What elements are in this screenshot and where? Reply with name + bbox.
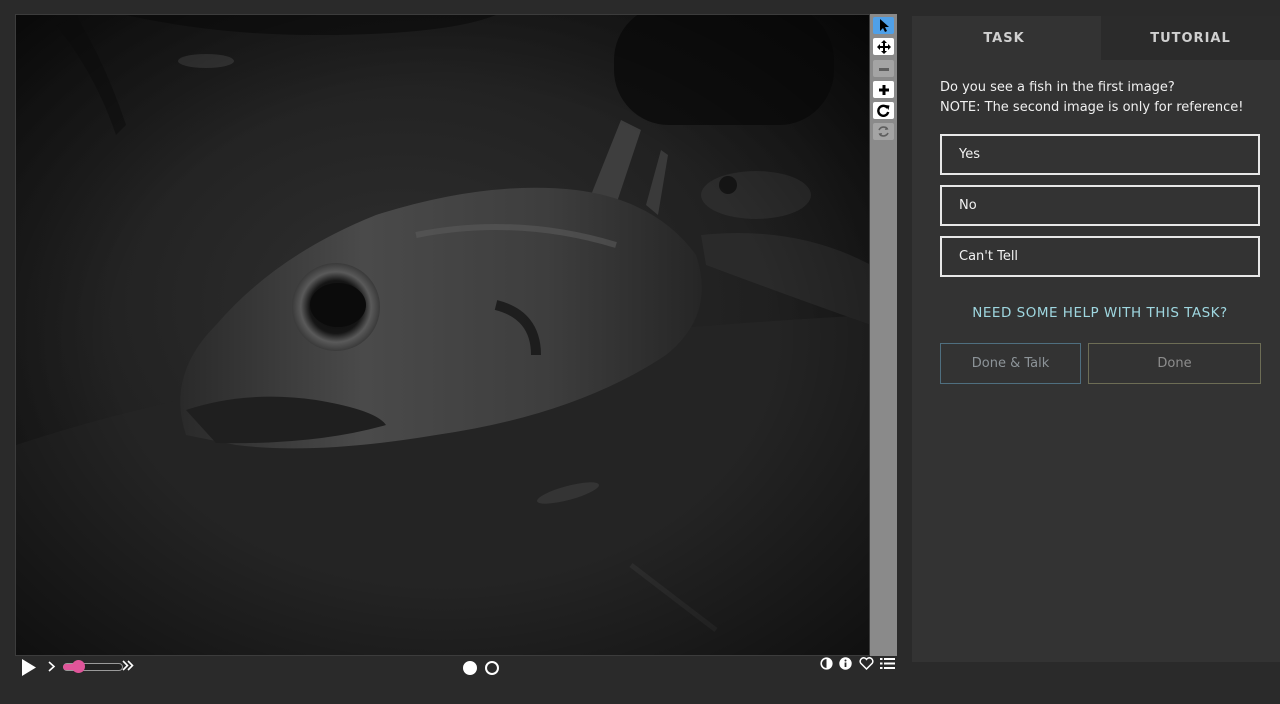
- rotate-icon: [877, 104, 890, 117]
- faster-button[interactable]: [121, 656, 135, 678]
- minus-icon: [878, 67, 889, 71]
- rotate-tool-button[interactable]: [873, 102, 894, 119]
- play-icon: [22, 659, 36, 676]
- tab-task[interactable]: TASK: [912, 16, 1096, 60]
- help-link[interactable]: NEED SOME HELP WITH THIS TASK?: [940, 305, 1260, 321]
- tab-tutorial[interactable]: TUTORIAL: [1101, 16, 1280, 60]
- heart-icon: [859, 657, 874, 671]
- pointer-icon: [879, 19, 889, 32]
- image-toolbar: [870, 14, 897, 656]
- slower-button[interactable]: [47, 657, 57, 679]
- done-button[interactable]: Done: [1088, 343, 1261, 384]
- double-chevron-right-icon: [122, 660, 134, 671]
- reset-tool-button[interactable]: [873, 123, 894, 140]
- answer-cant-tell[interactable]: Can't Tell: [940, 236, 1260, 277]
- done-and-talk-button[interactable]: Done & Talk: [940, 343, 1081, 384]
- answer-no[interactable]: No: [940, 185, 1260, 226]
- invert-icon: [820, 657, 833, 670]
- pointer-tool-button[interactable]: [873, 17, 894, 34]
- invert-button[interactable]: [820, 657, 833, 674]
- zoom-in-tool-button[interactable]: [873, 81, 894, 98]
- favorite-button[interactable]: [859, 657, 874, 674]
- subject-controls: [15, 656, 897, 680]
- task-panel: TASK TUTORIAL Do you see a fish in the f…: [912, 16, 1280, 662]
- question-note: NOTE: The second image is only for refer…: [940, 100, 1244, 115]
- frame-1-dot[interactable]: [463, 661, 477, 675]
- subject-image-viewer[interactable]: [15, 14, 870, 656]
- chevron-right-icon: [48, 661, 56, 672]
- play-button[interactable]: [21, 659, 37, 680]
- refresh-icon: [878, 126, 889, 137]
- subject-image: [16, 15, 869, 655]
- info-icon: [839, 657, 852, 670]
- collections-button[interactable]: [880, 657, 895, 674]
- info-button[interactable]: [839, 657, 852, 674]
- task-question: Do you see a fish in the first image? NO…: [940, 78, 1270, 118]
- question-text: Do you see a fish in the first image?: [940, 80, 1175, 95]
- answer-yes[interactable]: Yes: [940, 134, 1260, 175]
- task-tabs: TASK TUTORIAL: [912, 16, 1280, 60]
- move-icon: [876, 39, 891, 54]
- plus-icon: [878, 84, 889, 95]
- collections-icon: [880, 658, 895, 669]
- zoom-out-tool-button[interactable]: [873, 60, 894, 77]
- pan-tool-button[interactable]: [873, 38, 894, 55]
- speed-slider-thumb[interactable]: [72, 660, 85, 673]
- frame-2-dot[interactable]: [485, 661, 499, 675]
